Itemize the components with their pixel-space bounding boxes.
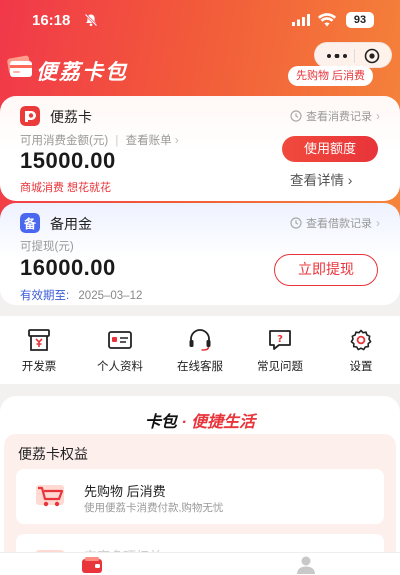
withdrawable-amount-value: 16000.00 — [20, 255, 116, 280]
menu-label: 常见问题 — [257, 361, 303, 373]
validity-line: 有效期至: 2025–03–12 — [20, 287, 142, 303]
reserve-fund-panel: 备 备用金 查看借款记录 › 可提现(元) 16000.00 有效期至: 202… — [0, 203, 400, 305]
mute-bell-icon — [84, 13, 98, 27]
status-time: 16:18 — [32, 12, 71, 29]
available-amount-value: 15000.00 — [20, 148, 116, 173]
card-tagline: 商城消费 想花就花 — [20, 182, 112, 194]
separator: | — [115, 135, 119, 147]
battery-indicator: 93 — [346, 12, 374, 28]
chevron-right-icon: › — [376, 109, 380, 123]
slogan-part2: 便捷生活 — [191, 414, 256, 431]
spending-record-link[interactable]: 查看消费记录 › — [290, 108, 380, 124]
menu-label: 设置 — [349, 361, 373, 373]
benefit-desc: 使用便荔卡消费付款,购物无忧 — [84, 502, 224, 514]
available-amount-label: 可用消费金额(元) — [20, 135, 109, 147]
app-title: 便荔卡包 — [36, 61, 128, 84]
clock-icon — [290, 110, 302, 122]
user-icon[interactable] — [296, 556, 316, 574]
menu-item-invoice[interactable]: 开发票 — [4, 328, 74, 374]
clock-icon — [290, 217, 302, 229]
profile-card-icon — [108, 331, 132, 349]
wifi-icon — [318, 13, 336, 27]
more-dots-icon[interactable] — [327, 54, 347, 58]
view-details-link[interactable]: 查看详情 › — [290, 169, 352, 189]
chevron-right-icon: › — [376, 216, 380, 230]
available-amount-line: 可用消费金额(元) | 查看账单 › — [20, 132, 179, 148]
wallet-icon[interactable] — [82, 557, 102, 573]
bianli-card-logo-icon — [20, 106, 40, 126]
menu-item-profile[interactable]: 个人资料 — [85, 328, 155, 374]
shopping-cart-icon — [36, 485, 64, 507]
svg-text:备: 备 — [23, 216, 37, 231]
loan-record-label: 查看借款记录 — [306, 218, 372, 230]
benefits-title: 便荔卡权益 — [18, 446, 88, 462]
bottom-tab-bar — [0, 552, 400, 575]
chevron-right-icon: › — [347, 172, 353, 188]
card-wallet-logo-icon — [7, 55, 32, 77]
status-bar: 16:18 93 — [0, 0, 400, 40]
validity-date: 2025–03–12 — [78, 290, 143, 302]
benefits-section: 卡包 · 便捷生活 便荔卡权益 先购物 后消费 使用便荔卡消费付款,购物无忧 安… — [0, 396, 400, 575]
close-miniprogram-icon[interactable] — [364, 48, 380, 64]
bianli-card-panel: 便荔卡 查看消费记录 › 可用消费金额(元) | 查看账单 › 15000.00… — [0, 96, 400, 201]
validity-label: 有效期至: — [20, 290, 70, 302]
card-name: 备用金 — [50, 216, 92, 232]
headset-icon — [189, 329, 211, 351]
capsule-divider — [354, 49, 355, 63]
loan-record-link[interactable]: 查看借款记录 › — [290, 215, 380, 231]
withdraw-now-button[interactable]: 立即提现 — [274, 254, 378, 286]
menu-label: 在线客服 — [177, 361, 223, 373]
promo-tag: 先购物 后消费 — [288, 66, 374, 86]
faq-icon: ? — [269, 330, 291, 350]
withdrawable-label: 可提现(元) — [20, 241, 74, 253]
slogan: 卡包 · 便捷生活 — [0, 408, 400, 432]
benefit-item[interactable]: 先购物 后消费 使用便荔卡消费付款,购物无忧 — [16, 469, 384, 524]
use-credit-button[interactable]: 使用额度 — [282, 136, 378, 162]
view-details-label: 查看详情 — [290, 173, 344, 188]
spending-record-label: 查看消费记录 — [306, 111, 372, 123]
benefit-title: 先购物 后消费 — [84, 484, 166, 499]
reserve-fund-logo-icon: 备 — [20, 213, 40, 233]
slogan-dot: · — [181, 414, 187, 431]
menu-label: 个人资料 — [97, 361, 143, 373]
card-name: 便荔卡 — [50, 109, 92, 125]
quick-menu: 开发票 个人资料 在线客服 ? 常见问题 设置 — [0, 316, 400, 384]
miniprogram-capsule[interactable] — [314, 42, 392, 68]
menu-item-settings[interactable]: 设置 — [326, 328, 396, 374]
slogan-part1: 卡包 — [144, 414, 177, 431]
chevron-right-icon: › — [174, 133, 179, 147]
menu-item-customer-service[interactable]: 在线客服 — [165, 328, 235, 374]
menu-item-faq[interactable]: ? 常见问题 — [245, 328, 315, 374]
signal-icon — [292, 14, 310, 26]
view-bill-link[interactable]: 查看账单 — [126, 135, 172, 147]
gear-icon — [350, 329, 372, 351]
svg-text:?: ? — [277, 334, 283, 345]
menu-label: 开发票 — [21, 361, 57, 373]
invoice-icon — [28, 329, 50, 351]
